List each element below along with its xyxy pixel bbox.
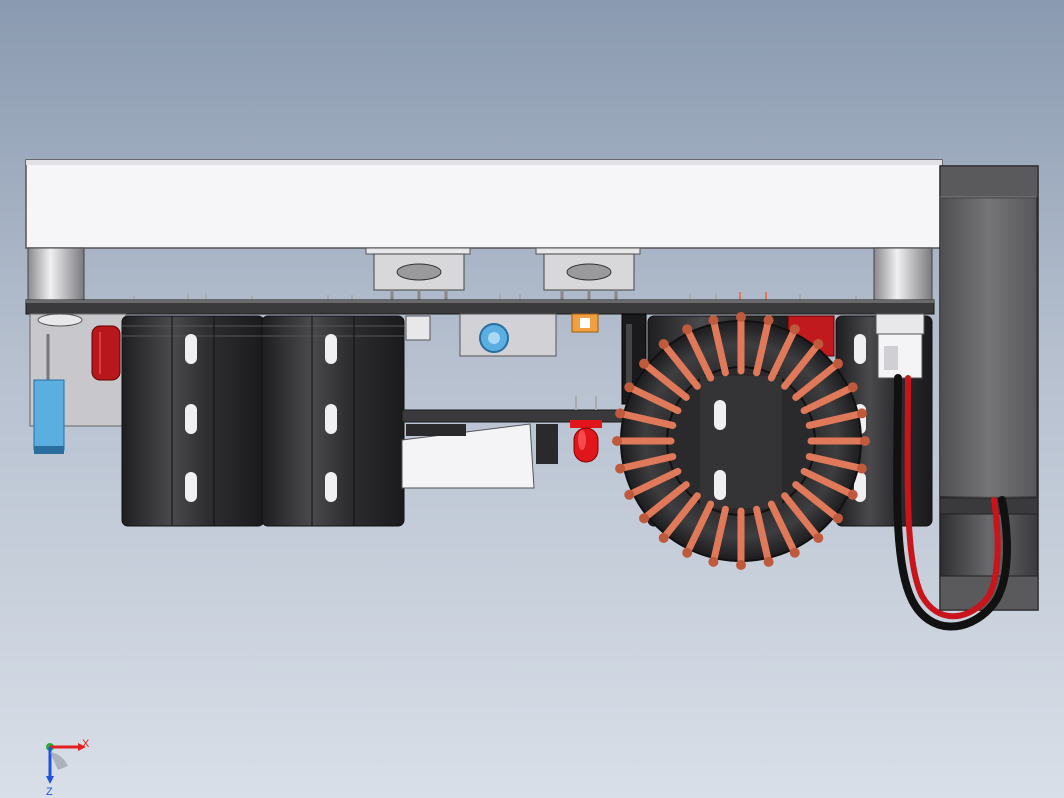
z-axis-label: Z — [46, 786, 53, 798]
electrolytic-capacitor-1[interactable] — [121, 315, 265, 527]
winding-end — [658, 339, 669, 350]
winding-end — [624, 382, 635, 393]
winding-end — [763, 556, 774, 567]
winding-end — [682, 324, 693, 335]
main-pcb[interactable] — [25, 299, 935, 315]
winding-end — [856, 463, 867, 474]
winding-end — [813, 339, 824, 350]
fan-connector[interactable] — [875, 313, 925, 379]
winding-end — [708, 556, 719, 567]
secondary-pcb[interactable] — [401, 396, 633, 423]
winding-end — [813, 532, 824, 543]
cad-viewport[interactable]: X Z — [0, 0, 1064, 798]
winding-end — [736, 312, 746, 322]
winding-end — [615, 408, 626, 419]
winding-end — [832, 358, 843, 369]
heatsink-plate[interactable] — [25, 159, 943, 249]
small-ic-block[interactable] — [405, 313, 557, 357]
winding-end — [763, 315, 774, 326]
winding-end — [847, 382, 858, 393]
electrolytic-capacitor-2[interactable] — [261, 315, 405, 527]
standoff-right — [873, 247, 933, 303]
coordinate-triad: X Z — [46, 738, 90, 798]
winding-end — [856, 408, 867, 419]
transistor-right[interactable] — [535, 247, 641, 302]
winding-end — [639, 513, 650, 524]
winding-end — [789, 547, 800, 558]
winding-end — [624, 489, 635, 500]
film-capacitor-left[interactable] — [91, 325, 121, 381]
winding-end — [847, 489, 858, 500]
orange-component[interactable] — [571, 313, 599, 333]
winding-end — [736, 560, 746, 570]
winding-end — [658, 532, 669, 543]
winding-end — [708, 315, 719, 326]
winding-end — [639, 358, 650, 369]
red-led[interactable] — [570, 420, 602, 463]
x-axis-label: X — [82, 738, 90, 750]
white-module — [401, 423, 558, 489]
winding-end — [612, 436, 622, 446]
winding-end — [789, 324, 800, 335]
standoff-left — [27, 247, 85, 303]
winding-end — [860, 436, 870, 446]
winding-end — [615, 463, 626, 474]
transistor-left[interactable] — [365, 247, 471, 302]
winding-end — [832, 513, 843, 524]
cooling-fan[interactable] — [939, 165, 1039, 611]
winding-end — [682, 547, 693, 558]
